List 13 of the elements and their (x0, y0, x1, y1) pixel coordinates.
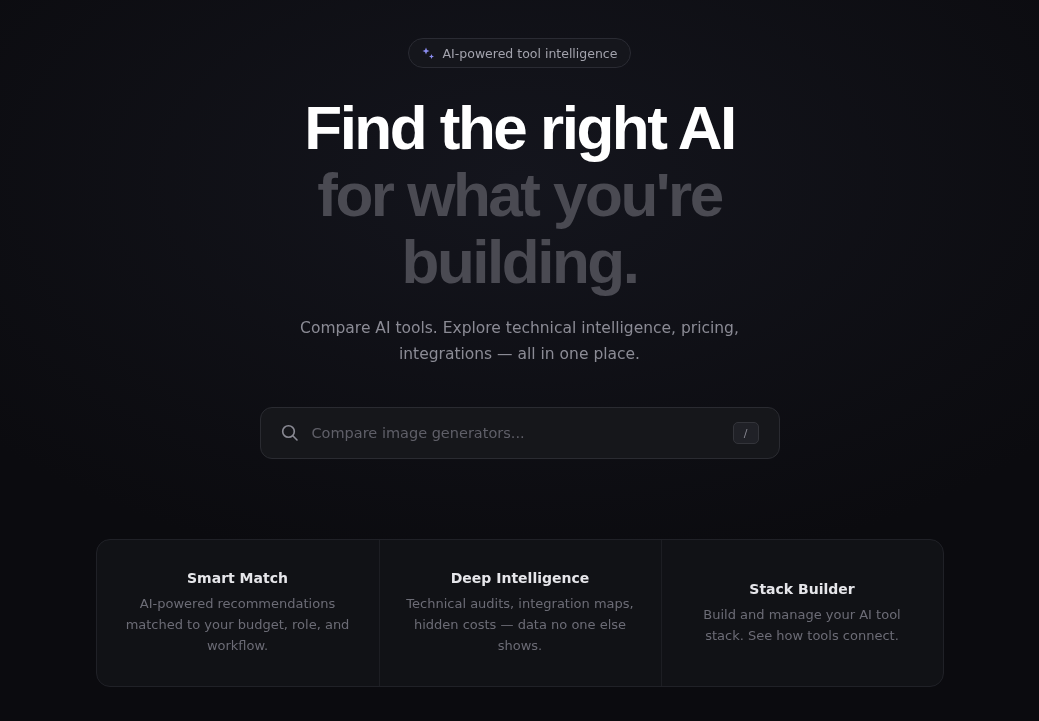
feature-title: Deep Intelligence (450, 570, 590, 586)
feature-description: Build and manage your AI tool stack. See how tools connect. (702, 605, 902, 645)
subtitle: Compare AI tools. Explore technical intelligence, pricing, integrations — all in one place. (299, 318, 740, 365)
shortcut-key: / (732, 422, 759, 444)
sparkle-icon (421, 46, 435, 60)
search-icon (280, 424, 299, 442)
feature-description: Technical audits, integration maps, hidden costs — data no one else shows. (405, 595, 635, 655)
feature-title: Stack Builder (749, 580, 855, 597)
feature-description: AI-powered recommendations matched to your budget, role, and workflow. (124, 595, 351, 655)
headline-subtext: for what you're building. (316, 161, 723, 295)
badge-label: AI-powered tool intelligence (442, 45, 618, 61)
feature-title: Smart Match (187, 570, 288, 586)
headline: Find the right AI (304, 94, 735, 161)
